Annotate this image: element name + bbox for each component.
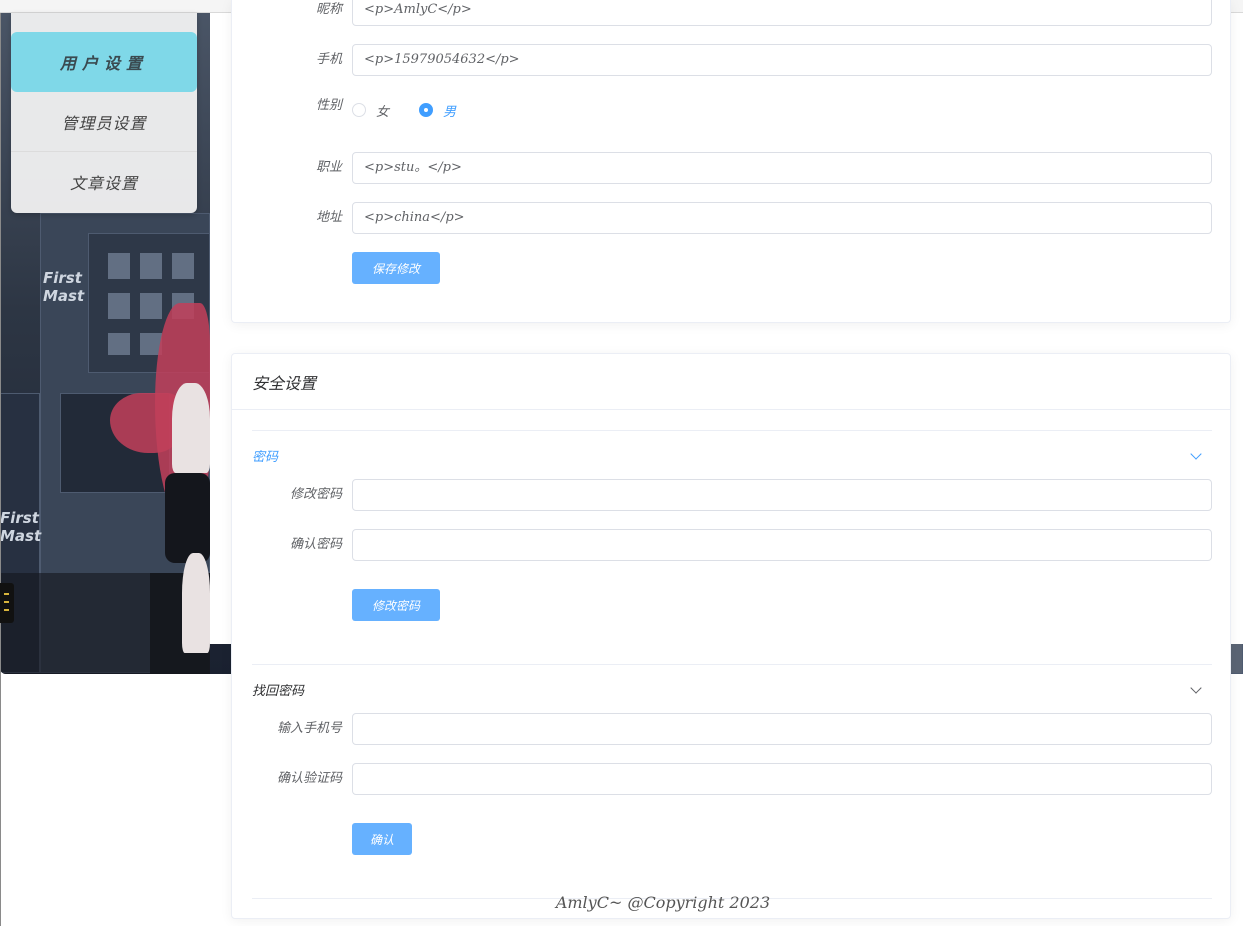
footer-copyright: AmlyC~ @Copyright 2023 [555,893,771,912]
chevron-down-icon[interactable] [1190,448,1202,460]
name-row: 昵称 <p>AmlyC</p> [232,0,1232,26]
card-title: 安全设置 [252,374,317,393]
profile-card: 昵称 <p>AmlyC</p> 手机 <p>15979054632</p> 性别… [231,0,1231,323]
confirm-password-input[interactable] [352,529,1212,561]
gender-label: 性别 [315,98,342,113]
chevron-down-icon[interactable] [1190,682,1202,694]
verify-code-input[interactable] [352,763,1212,795]
name-label: 昵称 [315,2,342,17]
divider [232,409,1230,410]
confirm-password-row: 确认密码 [232,529,1232,561]
page: First Mast First Mast 用户设置 管理员设置 文章设置 昵称 <… [0,0,1243,926]
change-password-button[interactable]: 修改密码 [352,589,440,621]
address-input[interactable]: <p>china</p> [352,202,1212,234]
verify-code-row: 确认验证码 [232,763,1232,795]
phone-row: 手机 <p>15979054632</p> [232,44,1232,76]
menu-item-label: 管理员设置 [61,113,147,133]
new-password-row: 修改密码 [232,479,1232,511]
recover-phone-input[interactable] [352,713,1212,745]
radio-circle [352,103,366,117]
menu-item-user-settings[interactable]: 用户设置 [11,32,197,92]
phone-label: 手机 [315,52,342,67]
name-input[interactable]: <p>AmlyC</p> [352,0,1212,26]
menu-item-article-settings[interactable]: 文章设置 [11,152,197,212]
security-card: 安全设置 密码 修改密码 确认密码 修改密码 找回密码 输入手机号 确认验证码 … [231,353,1231,919]
divider [252,664,1212,665]
billboard-text: First Mast [43,269,85,305]
confirm-button[interactable]: 确认 [352,823,412,855]
address-label: 地址 [315,210,342,225]
job-label: 职业 [315,160,342,175]
confirm-password-label: 确认密码 [289,537,342,552]
menu-item-label: 用户设置 [59,54,148,73]
side-widget[interactable] [0,583,14,623]
gender-radio-male[interactable]: 男 [419,94,456,126]
new-password-input[interactable] [352,479,1212,511]
settings-menu: 用户设置 管理员设置 文章设置 [11,13,197,213]
address-row: 地址 <p>china</p> [232,202,1232,234]
collapse-header-recover[interactable]: 找回密码 [252,680,304,699]
save-button[interactable]: 保存修改 [352,252,440,284]
radio-label: 男 [443,104,457,120]
billboard-text: First Mast [0,509,42,545]
menu-item-admin-settings[interactable]: 管理员设置 [11,92,197,152]
collapse-header-password[interactable]: 密码 [252,446,278,465]
window-edge [0,13,1,926]
new-password-label: 修改密码 [289,487,342,502]
job-row: 职业 <p>stu。</p> [232,152,1232,184]
verify-code-label: 确认验证码 [276,771,342,786]
phone-input[interactable]: <p>15979054632</p> [352,44,1212,76]
recover-phone-row: 输入手机号 [232,713,1232,745]
gender-row: 性别 女 男 [232,94,1232,126]
divider [252,430,1212,431]
radio-circle [419,103,433,117]
gender-radio-female[interactable]: 女 [352,94,389,126]
radio-label: 女 [376,104,390,120]
recover-phone-label: 输入手机号 [276,721,342,736]
menu-item-label: 文章设置 [69,174,138,193]
job-input[interactable]: <p>stu。</p> [352,152,1212,184]
